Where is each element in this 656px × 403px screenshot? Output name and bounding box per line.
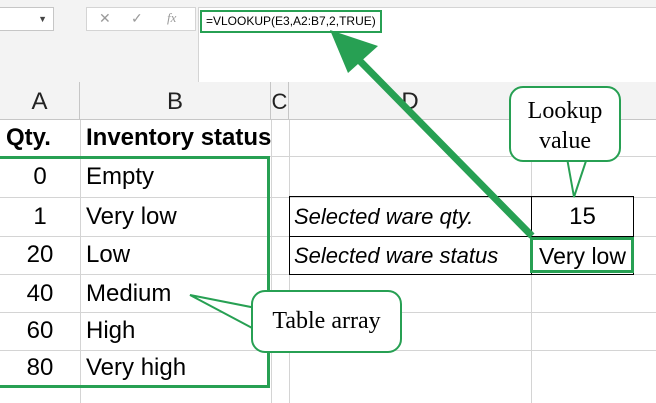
selected-cell-outline [530, 237, 634, 273]
formula-bar-area: ▼ ✕ ✓ fx =VLOOKUP(E3,A2:B7,2,TRUE) [0, 0, 656, 82]
chevron-down-icon[interactable]: ▼ [38, 14, 47, 24]
formula-text[interactable]: =VLOOKUP(E3,A2:B7,2,TRUE) [200, 10, 382, 33]
callout-lookup-line1: Lookup [527, 98, 603, 124]
table-array-outline [0, 156, 270, 388]
formula-buttons: ✕ ✓ fx [86, 7, 196, 31]
callout-tail-lookup [565, 157, 589, 198]
callout-lookup-line2: value [539, 128, 591, 154]
enter-icon[interactable]: ✓ [131, 10, 143, 27]
cell-header-status[interactable]: Inventory status [80, 120, 271, 156]
cell-header-qty[interactable]: Qty. [0, 120, 80, 156]
cancel-icon[interactable]: ✕ [99, 10, 111, 27]
callout-lookup-value: Lookup value [509, 86, 621, 162]
cell-selected-qty-value[interactable]: 15 [531, 197, 634, 236]
column-header-d[interactable]: D [289, 82, 531, 120]
cell-selected-qty-label[interactable]: Selected ware qty. [294, 197, 530, 236]
callout-table-array: Table array [251, 290, 402, 353]
column-header-b[interactable]: B [80, 82, 271, 120]
insert-function-icon[interactable]: fx [167, 10, 176, 26]
cell-selected-status-label[interactable]: Selected ware status [294, 237, 530, 273]
gridline [271, 120, 272, 403]
column-header-c[interactable]: C [271, 82, 289, 120]
column-header-a[interactable]: A [0, 82, 80, 120]
name-box[interactable]: ▼ [0, 7, 54, 31]
